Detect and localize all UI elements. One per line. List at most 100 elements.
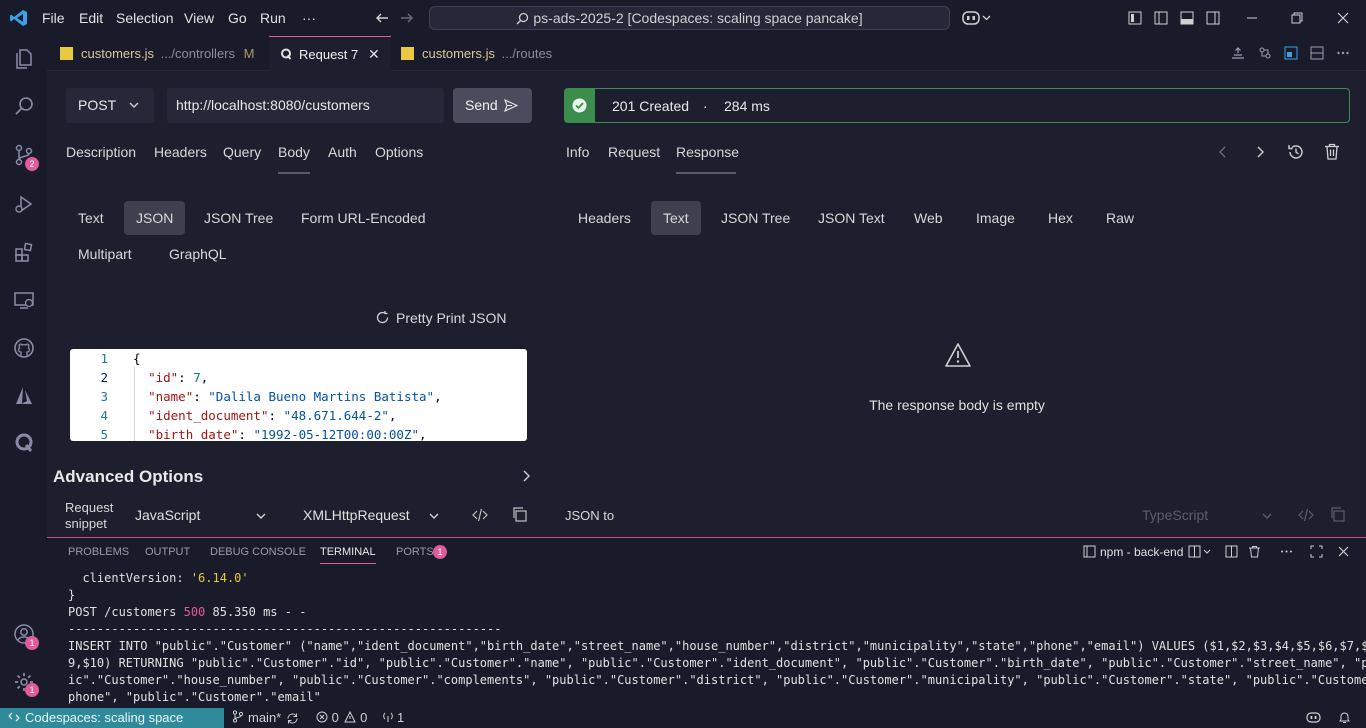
tab-query[interactable]: Query	[223, 144, 261, 174]
nav-forward-icon[interactable]	[399, 10, 415, 26]
copilot-icon[interactable]	[962, 10, 992, 26]
copy-icon[interactable]	[1330, 507, 1345, 522]
snippet-language-select[interactable]: JavaScript	[135, 507, 275, 523]
method-select[interactable]: POST	[66, 88, 154, 123]
explorer-icon[interactable]	[8, 43, 40, 75]
menu-selection[interactable]: Selection	[116, 0, 174, 36]
code-icon[interactable]	[1298, 508, 1314, 522]
tab-headers[interactable]: Headers	[154, 144, 207, 174]
more-icon[interactable]	[1280, 545, 1293, 558]
body-type-multipart[interactable]: Multipart	[66, 237, 144, 271]
menu-view[interactable]: View	[184, 0, 214, 36]
kill-terminal-icon[interactable]	[1248, 545, 1261, 558]
problems-indicator[interactable]: 0 0	[316, 708, 367, 728]
extensions-icon[interactable]	[8, 236, 40, 268]
branch-indicator[interactable]: main*	[232, 708, 281, 728]
line-number: 4	[100, 408, 108, 423]
menu-edit[interactable]: Edit	[79, 0, 103, 36]
tab-options[interactable]: Options	[375, 144, 423, 174]
command-center-text: ps-ads-2025-2 [Codespaces: scaling space…	[533, 10, 863, 26]
split-editor-icon[interactable]	[1310, 46, 1324, 60]
panel-tab-terminal[interactable]: TERMINAL	[320, 546, 376, 564]
remote-indicator[interactable]: Codespaces: scaling space pancake	[0, 708, 224, 728]
body-type-form-url-encoded[interactable]: Form URL-Encoded	[289, 201, 438, 235]
command-center[interactable]: ps-ads-2025-2 [Codespaces: scaling space…	[429, 6, 950, 30]
close-panel-icon[interactable]	[1337, 545, 1350, 558]
tab-request-7[interactable]: Request 7 ✕	[269, 36, 391, 71]
window-minimize-icon[interactable]	[1245, 11, 1259, 25]
nav-back-icon[interactable]	[374, 10, 390, 26]
panel-tab-output[interactable]: OUTPUT	[145, 546, 190, 564]
notifications-bell-icon[interactable]	[1338, 711, 1351, 728]
compare-icon[interactable]	[1258, 46, 1272, 60]
code-icon[interactable]	[472, 508, 488, 522]
json-body-editor[interactable]: 1 { 2 "id": 7, 3 "name": "Dalila Bueno M…	[70, 349, 527, 441]
rest-client-icon[interactable]	[8, 427, 40, 459]
view-raw[interactable]: Raw	[1094, 201, 1146, 235]
view-web[interactable]: Web	[902, 201, 955, 235]
trash-icon[interactable]	[1324, 143, 1340, 160]
github-icon[interactable]	[8, 332, 40, 364]
copilot-status-icon[interactable]	[1306, 711, 1321, 728]
accounts-icon[interactable]: 1	[8, 618, 40, 650]
view-hex[interactable]: Hex	[1036, 201, 1085, 235]
toggle-secondary-sidebar-icon[interactable]	[1206, 11, 1220, 25]
advanced-options-heading[interactable]: Advanced Options	[53, 467, 203, 487]
search-icon[interactable]	[8, 90, 40, 122]
previous-icon[interactable]	[1218, 146, 1228, 158]
tab-response[interactable]: Response	[676, 144, 739, 174]
json-to-language-select[interactable]: TypeScript	[1142, 507, 1277, 523]
view-text[interactable]: Text	[651, 201, 701, 235]
split-terminal-icon[interactable]	[1225, 545, 1238, 558]
toggle-panel-icon[interactable]	[1180, 11, 1194, 25]
menu-more[interactable]: ···	[302, 0, 316, 36]
view-json-text[interactable]: JSON Text	[806, 201, 897, 235]
panel-tab-problems[interactable]: PROBLEMS	[68, 546, 129, 564]
terminal-name[interactable]: npm - back-end	[1100, 545, 1183, 559]
url-input[interactable]: http://localhost:8080/customers	[167, 88, 444, 123]
pretty-print-button[interactable]: Pretty Print JSON	[375, 310, 506, 328]
remote-explorer-icon[interactable]	[8, 284, 40, 316]
tab-info[interactable]: Info	[566, 144, 589, 174]
send-button[interactable]: Send	[453, 88, 532, 123]
window-close-icon[interactable]	[1336, 11, 1350, 25]
view-image[interactable]: Image	[964, 201, 1027, 235]
toggle-primary-sidebar-icon[interactable]	[1154, 11, 1168, 25]
chevron-right-icon[interactable]	[521, 470, 531, 482]
sort-icon[interactable]	[1231, 46, 1245, 60]
panel-tab-debug-console[interactable]: DEBUG CONSOLE	[210, 546, 306, 564]
maximize-panel-icon[interactable]	[1310, 545, 1323, 558]
body-type-json[interactable]: JSON	[124, 201, 186, 235]
ports-indicator[interactable]: 1	[382, 708, 404, 728]
body-type-text[interactable]: Text	[66, 201, 116, 235]
tab-request[interactable]: Request	[608, 144, 660, 174]
menu-file[interactable]: File	[42, 0, 65, 36]
azure-icon[interactable]	[8, 380, 40, 412]
preview-icon[interactable]	[1284, 46, 1298, 60]
run-debug-icon[interactable]	[8, 188, 40, 220]
snippet-library-select[interactable]: XMLHttpRequest	[303, 507, 443, 523]
source-control-icon[interactable]: 2	[8, 139, 40, 171]
next-icon[interactable]	[1255, 146, 1265, 158]
tab-auth[interactable]: Auth	[328, 144, 357, 174]
body-type-graphql[interactable]: GraphQL	[157, 237, 239, 271]
new-terminal-icon[interactable]	[1188, 545, 1214, 558]
window-restore-icon[interactable]	[1290, 11, 1304, 25]
sync-icon[interactable]	[286, 712, 299, 728]
tab-body[interactable]: Body	[278, 144, 310, 174]
menu-go[interactable]: Go	[228, 0, 247, 36]
view-json-tree[interactable]: JSON Tree	[709, 201, 802, 235]
more-actions-icon[interactable]	[1336, 46, 1350, 60]
body-type-json-tree[interactable]: JSON Tree	[192, 201, 285, 235]
layout-customize-icon[interactable]	[1128, 11, 1142, 25]
tab-description[interactable]: Description	[66, 144, 136, 174]
tab-customers-routes[interactable]: customers.js .../routes M	[401, 36, 571, 96]
panel-tab-ports[interactable]: PORTS	[396, 546, 434, 564]
tab-customers-controllers[interactable]: customers.js .../controllers M	[60, 36, 265, 71]
view-headers[interactable]: Headers	[566, 201, 643, 235]
menu-run[interactable]: Run	[260, 0, 286, 36]
history-icon[interactable]	[1287, 143, 1305, 161]
manage-gear-icon[interactable]: 1	[8, 666, 40, 698]
copy-icon[interactable]	[512, 507, 527, 522]
tab-close-icon[interactable]: ✕	[368, 37, 380, 72]
